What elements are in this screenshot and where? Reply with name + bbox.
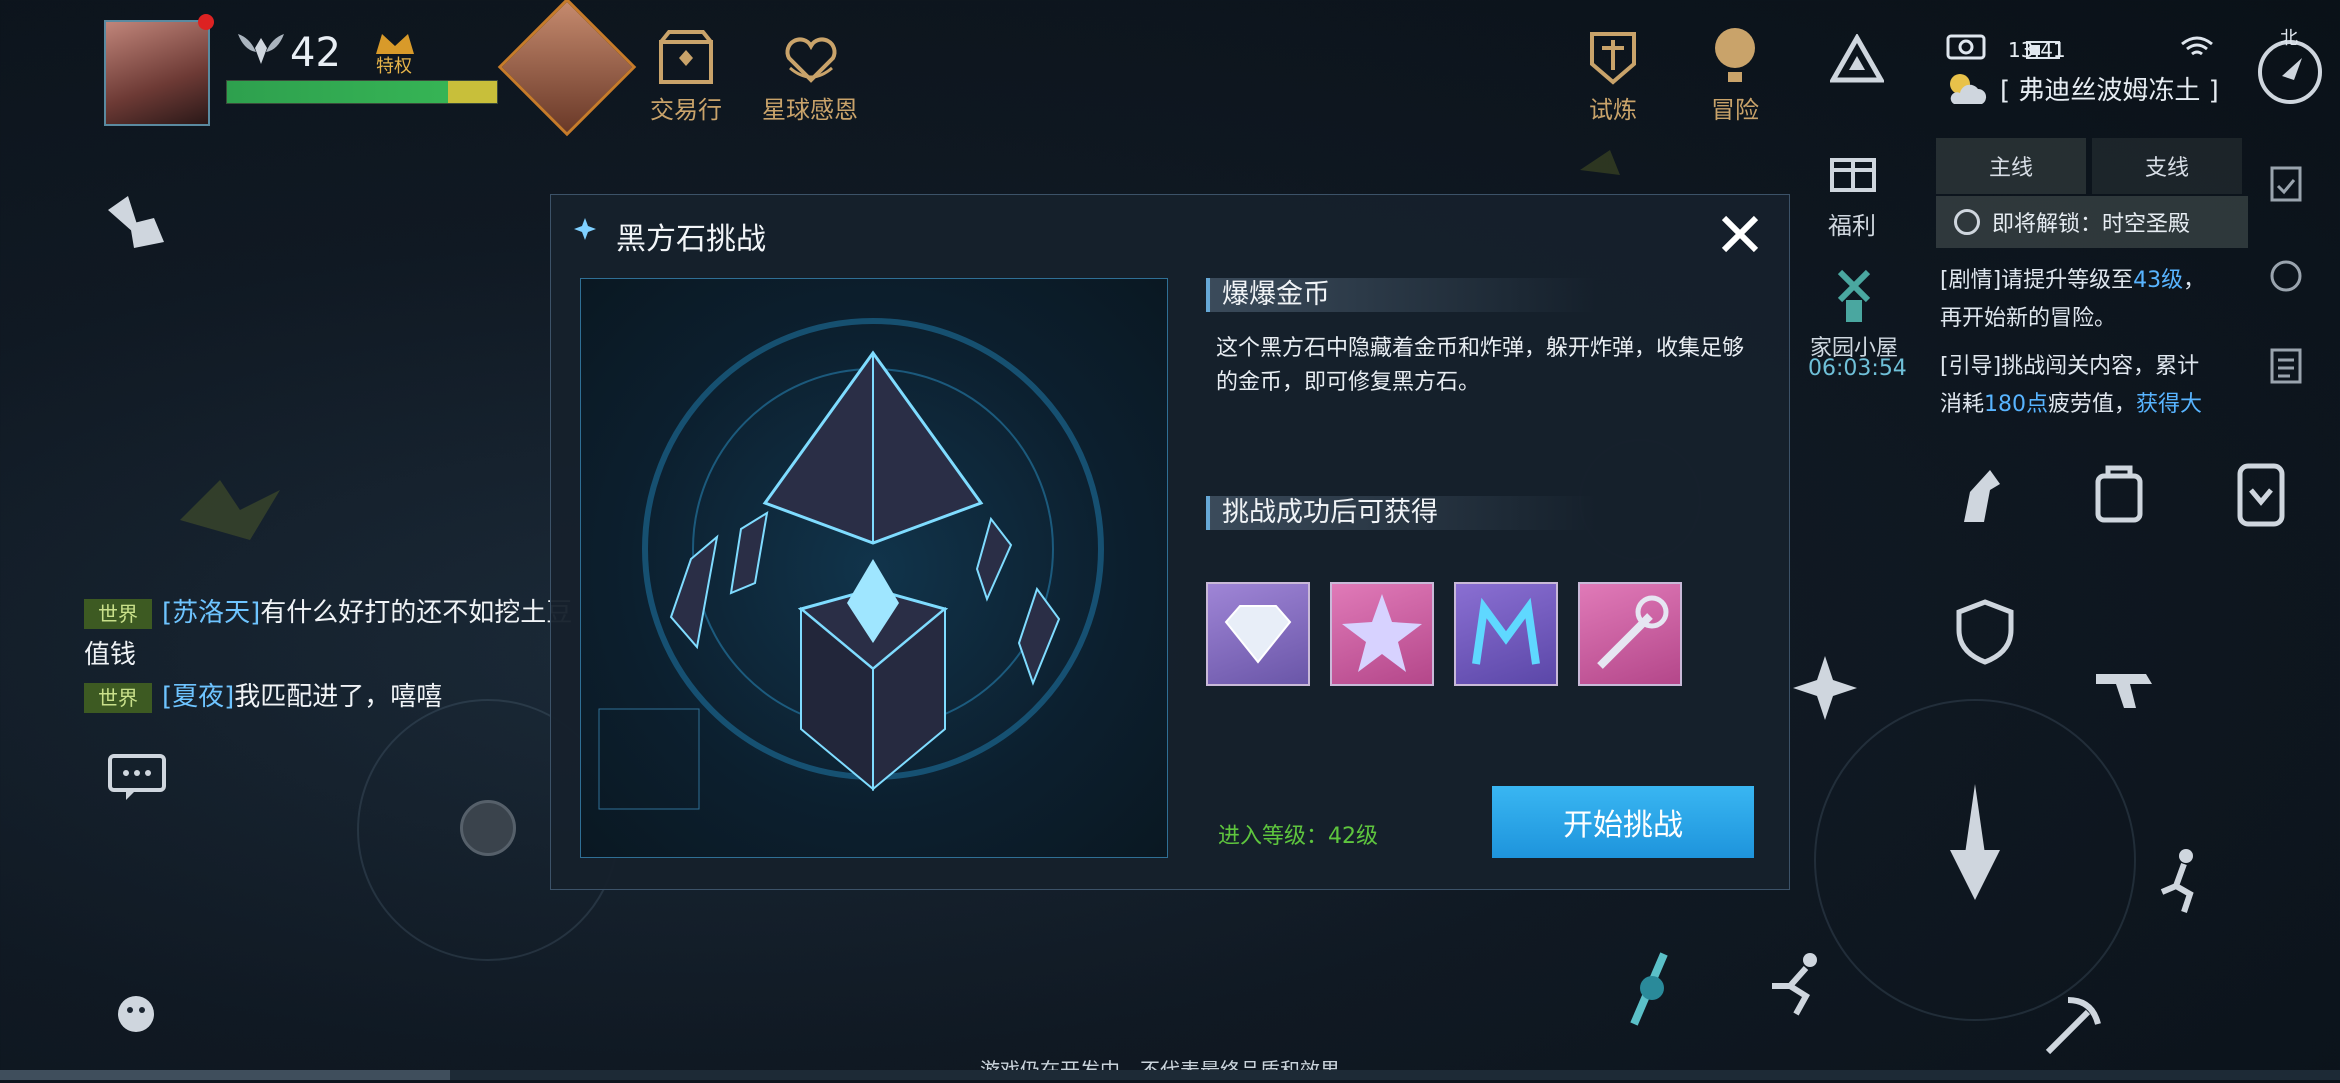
backpack-icon[interactable] (2084, 458, 2154, 528)
chat-player-name: [夏夜] (162, 682, 235, 712)
notification-dot (198, 14, 214, 30)
black-cube-crystal-icon (598, 318, 1104, 810)
team-crystal-icon[interactable] (100, 190, 180, 260)
adventure-label[interactable]: 冒险 (1675, 90, 1795, 125)
bottom-bar-indicator (0, 1070, 450, 1080)
trade-shop-icon[interactable] (655, 28, 717, 90)
reward-slot-2[interactable] (1330, 582, 1434, 686)
chat-bubble-icon[interactable] (106, 752, 168, 804)
emoji-icon[interactable] (112, 990, 162, 1036)
reward-slot-4[interactable] (1578, 582, 1682, 686)
dialog-title: 黑方石挑战 (616, 222, 766, 257)
weather-cloud-icon (1950, 74, 1987, 104)
quest-line-3[interactable]: [引导]挑战闯关内容，累计 (1940, 348, 2199, 380)
start-challenge-button[interactable]: 开始挑战 (1492, 786, 1754, 858)
wifi-icon (2181, 36, 2213, 56)
close-icon[interactable] (1718, 212, 1762, 256)
diamond-icon (1224, 605, 1292, 664)
sprint-skill-icon[interactable] (1766, 950, 1836, 1020)
player-level: 42 (290, 30, 341, 76)
chat-channel-tag: 世界 (84, 682, 152, 713)
dodge-skill-icon[interactable] (2150, 846, 2220, 916)
location-name: [ 弗迪丝波姆冻土 ] (2000, 76, 2219, 106)
trial-castle-icon[interactable] (1582, 26, 1644, 88)
tab-main-quest[interactable]: 主线 (1936, 138, 2086, 194)
quest-line-2[interactable]: 再开始新的冒险。 (1940, 300, 2116, 332)
chat-text: 值钱 (84, 640, 137, 670)
adventure-balloon-icon[interactable] (1704, 24, 1766, 86)
pickaxe-icon[interactable] (2038, 990, 2108, 1060)
home-timer: 06:03:54 (1808, 356, 1907, 381)
mode-description: 这个黑方石中隐藏着金币和炸弹，躲开炸弹，收集足够的金币，即可修复黑方石。 (1216, 336, 1745, 395)
tab-side-quest[interactable]: 支线 (2092, 138, 2242, 194)
exp-bar (226, 80, 498, 104)
settings-gear-icon (1954, 209, 1980, 235)
exp-bar-fill (227, 81, 449, 103)
planet-label[interactable]: 星球感恩 (750, 90, 870, 125)
quest-line-4[interactable]: 消耗180点疲劳值，获得大 (1940, 386, 2202, 418)
trial-label[interactable]: 试炼 (1553, 90, 1673, 125)
welfare-label[interactable]: 福利 (1828, 206, 1876, 241)
chat-channel-tag: 世界 (84, 598, 152, 629)
joystick-knob[interactable] (460, 800, 516, 856)
defense-skill-icon[interactable] (1950, 596, 2020, 666)
shield-badge-icon[interactable] (2226, 460, 2296, 530)
rank-wings-icon (238, 34, 284, 64)
chat-text: 我匹配进了，嘻嘻 (234, 682, 443, 712)
title-star-icon (574, 218, 596, 240)
black-cube-artwork (580, 278, 1168, 858)
unlock-text: 即将解锁：时空圣殿 (1992, 212, 2191, 237)
planet-heart-icon[interactable] (780, 28, 842, 90)
camera-icon[interactable] (1946, 30, 1986, 60)
compass-north-label: 北 (2280, 28, 2298, 49)
mode-title: 爆爆金币 (1206, 278, 1596, 312)
exp-bar-secondary (448, 81, 497, 103)
privilege-label: 特权 (376, 56, 412, 77)
rewards-title: 挑战成功后可获得 (1206, 496, 1596, 530)
clock: 13:41 (2008, 38, 2066, 62)
star-crystal-icon (1342, 594, 1422, 672)
gun-skill-icon[interactable] (2090, 652, 2160, 722)
trade-label[interactable]: 交易行 (626, 90, 746, 125)
triangle-emblem-icon[interactable] (1830, 34, 1884, 88)
quest-line-1[interactable]: [剧情]请提升等级至43级， (1940, 262, 2205, 294)
windmill-house-icon[interactable] (1826, 266, 1882, 326)
notes-icon[interactable] (2268, 346, 2304, 386)
reward-slot-1[interactable] (1206, 582, 1310, 686)
target-icon[interactable] (2266, 256, 2306, 296)
attack-sword-icon[interactable] (1920, 780, 2030, 910)
entry-level: 进入等级：42级 (1218, 824, 1378, 849)
crown-emblem-icon (1472, 597, 1540, 665)
chat-player-name: [苏洛天] (162, 598, 261, 628)
shuriken-skill-icon[interactable] (1790, 652, 1860, 722)
player-avatar[interactable] (104, 20, 210, 126)
unlock-notice[interactable]: 即将解锁：时空圣殿 (1936, 196, 2248, 248)
scepter-icon (1597, 595, 1669, 669)
weapon-switch-icon[interactable] (1614, 948, 1684, 1038)
welfare-gift-icon[interactable] (1826, 144, 1880, 194)
chat-text: 有什么好打的还不如挖土豆 (260, 598, 573, 628)
horse-mount-icon[interactable] (1944, 460, 2014, 530)
task-checklist-icon[interactable] (2268, 164, 2304, 204)
reward-slot-3[interactable] (1454, 582, 1558, 686)
